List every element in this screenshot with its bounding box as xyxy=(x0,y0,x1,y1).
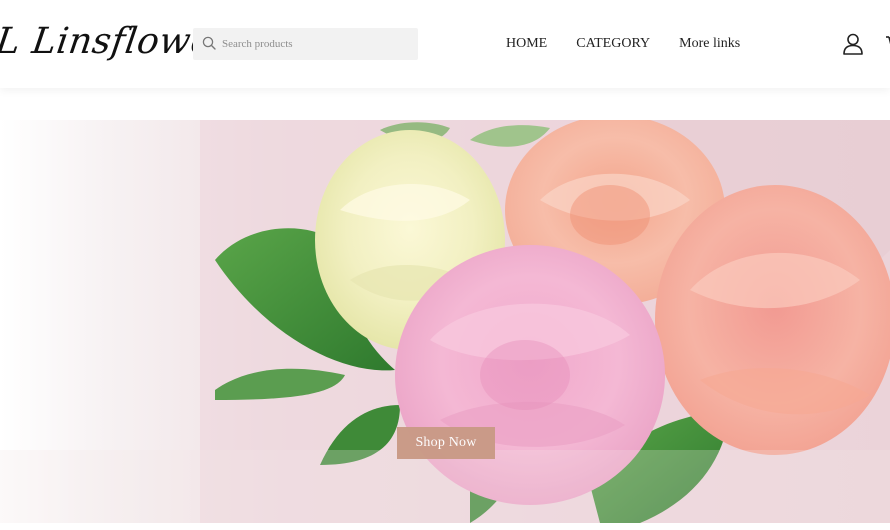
hero-banner: Shop Now xyxy=(0,120,890,523)
user-icon[interactable] xyxy=(840,31,866,57)
nav-category[interactable]: CATEGORY xyxy=(576,34,650,54)
hero-image xyxy=(0,120,890,523)
search-box[interactable] xyxy=(193,28,418,60)
site-header: L Linsflower HOME CATEGORY More links xyxy=(0,0,890,88)
main-nav: HOME CATEGORY More links xyxy=(506,34,740,54)
cart-icon[interactable] xyxy=(885,31,890,57)
shop-now-button[interactable]: Shop Now xyxy=(397,427,495,459)
search-icon xyxy=(202,36,216,50)
nav-home[interactable]: HOME xyxy=(506,34,547,54)
search-input[interactable] xyxy=(222,28,407,60)
nav-more-links[interactable]: More links xyxy=(679,34,740,54)
